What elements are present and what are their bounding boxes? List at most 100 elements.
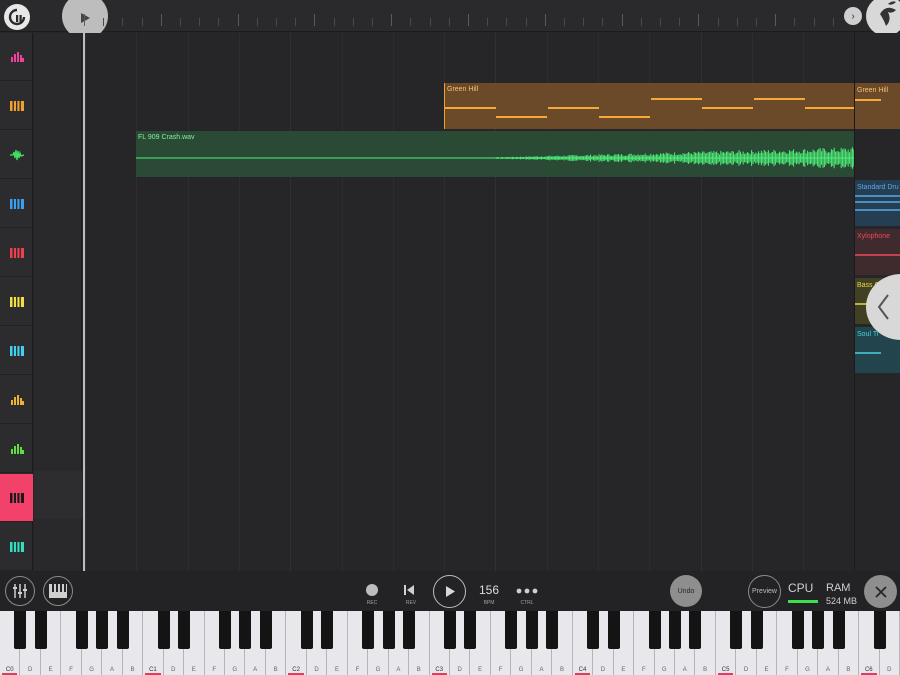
piano-black-key[interactable] <box>14 611 27 649</box>
ruler-tick <box>448 18 450 26</box>
piano-black-key[interactable] <box>607 611 620 649</box>
piano-black-key[interactable] <box>832 611 845 649</box>
piano-black-key[interactable] <box>300 611 313 649</box>
piano-black-key[interactable] <box>219 611 231 649</box>
key-label: D <box>743 667 749 673</box>
ruler-tick <box>564 18 565 26</box>
playhead[interactable] <box>83 33 85 571</box>
channel-button[interactable] <box>0 131 33 179</box>
undo-button[interactable]: Undo <box>670 575 702 607</box>
piano-black-key[interactable] <box>689 611 702 649</box>
key-label: C2 <box>292 667 300 673</box>
ruler-tick <box>583 18 585 26</box>
fl-studio-mobile-app: › Green Hill FL 909 Crash.wav Green Hill… <box>0 0 900 675</box>
piano-black-key[interactable] <box>178 611 191 649</box>
chevron-left-icon <box>877 294 889 320</box>
piano-black-key[interactable] <box>791 611 804 649</box>
channel-button[interactable] <box>0 229 33 277</box>
bpm-value[interactable]: 156 <box>475 583 503 597</box>
keys-icon <box>9 296 24 307</box>
key-label: A <box>396 667 401 673</box>
channel-button[interactable] <box>0 180 33 228</box>
fl-menu-icon <box>8 8 26 26</box>
mixer-button[interactable] <box>5 576 35 606</box>
ruler-tick <box>199 18 201 26</box>
channel-button[interactable] <box>0 278 33 326</box>
menu-logo-button[interactable] <box>4 4 30 30</box>
piano-keyboard[interactable]: C0 D E F G A B C1 D E F G A B C2 D E F G A B C3 D E F G A B C4 D E F G A B… <box>0 611 900 675</box>
key-label: B <box>846 667 851 673</box>
key-label: A <box>253 667 258 673</box>
rewind-button[interactable] <box>401 582 417 598</box>
channel-button[interactable] <box>0 33 33 81</box>
key-label: E <box>191 667 196 673</box>
key-label: E <box>48 667 53 673</box>
piano-black-key[interactable] <box>157 611 170 649</box>
channel-button[interactable] <box>0 523 33 571</box>
piano-black-key[interactable] <box>648 611 661 649</box>
fruit-logo[interactable] <box>866 0 900 36</box>
piano-black-key[interactable] <box>812 611 825 649</box>
piano-black-key[interactable] <box>587 611 600 649</box>
key-label: B <box>559 667 564 673</box>
piano-black-key[interactable] <box>444 611 456 649</box>
channel-button[interactable] <box>0 376 33 424</box>
ruler-tick <box>775 14 777 26</box>
ctrl-button[interactable] <box>516 581 538 597</box>
key-label: D <box>457 667 462 673</box>
piano-black-key[interactable] <box>750 611 763 649</box>
piano-black-key[interactable] <box>873 611 886 649</box>
record-button[interactable] <box>366 584 378 596</box>
piano-black-key[interactable] <box>403 611 416 649</box>
piano-black-key[interactable] <box>34 611 47 649</box>
grid-line <box>341 33 343 571</box>
piano-black-key[interactable] <box>362 611 375 649</box>
channel-button[interactable] <box>0 82 33 130</box>
piano-roll-button[interactable] <box>43 576 73 606</box>
channel-button[interactable] <box>0 474 33 522</box>
ruler-tick <box>141 18 143 26</box>
channel-button[interactable] <box>0 425 33 473</box>
preview-button[interactable]: Preview <box>748 575 781 608</box>
grid-line <box>136 33 138 571</box>
piano-black-key[interactable] <box>382 611 395 649</box>
ruler-tick <box>218 18 220 26</box>
close-button[interactable] <box>864 575 897 608</box>
piano-black-key[interactable] <box>321 611 334 649</box>
key-label: C3 <box>435 667 444 673</box>
ruler-tick <box>160 14 162 26</box>
picker-item[interactable]: Standard Dru <box>855 180 900 226</box>
ruler-tick <box>487 18 489 26</box>
piano-black-key[interactable] <box>96 611 109 649</box>
piano-black-key[interactable] <box>505 611 518 649</box>
channel-button[interactable] <box>0 327 33 375</box>
ruler-tick <box>698 14 700 26</box>
piano-black-key[interactable] <box>730 611 743 649</box>
key-label: C6 <box>864 667 873 673</box>
key-label: B <box>273 667 278 673</box>
piano-black-key[interactable] <box>75 611 88 649</box>
piano-black-key[interactable] <box>464 611 477 649</box>
piano-black-key[interactable] <box>259 611 272 649</box>
pattern-notes <box>445 98 855 118</box>
piano-black-key[interactable] <box>546 611 559 649</box>
piano-black-key[interactable] <box>669 611 681 649</box>
picker-green-hill[interactable]: Green Hill <box>855 83 900 129</box>
ruler-tick <box>679 18 681 26</box>
ruler-tick <box>621 14 623 26</box>
play-button[interactable] <box>433 575 466 608</box>
piano-black-key[interactable] <box>116 611 129 649</box>
piano-black-key[interactable] <box>525 611 538 649</box>
expand-button[interactable]: › <box>844 7 862 25</box>
clip-fl-909-crash[interactable]: FL 909 Crash.wav <box>136 131 854 177</box>
ruler-tick <box>352 18 354 26</box>
grid-line <box>187 33 189 571</box>
clip-green-hill[interactable]: Green Hill <box>444 83 855 129</box>
ruler-tick <box>410 18 412 26</box>
key-label: C4 <box>578 667 587 673</box>
ruler-tick <box>391 14 393 26</box>
picker-item[interactable]: Xylophone <box>855 229 900 275</box>
ram-label: RAM <box>826 582 851 594</box>
key-label: D <box>887 667 892 673</box>
piano-black-key[interactable] <box>239 611 252 649</box>
